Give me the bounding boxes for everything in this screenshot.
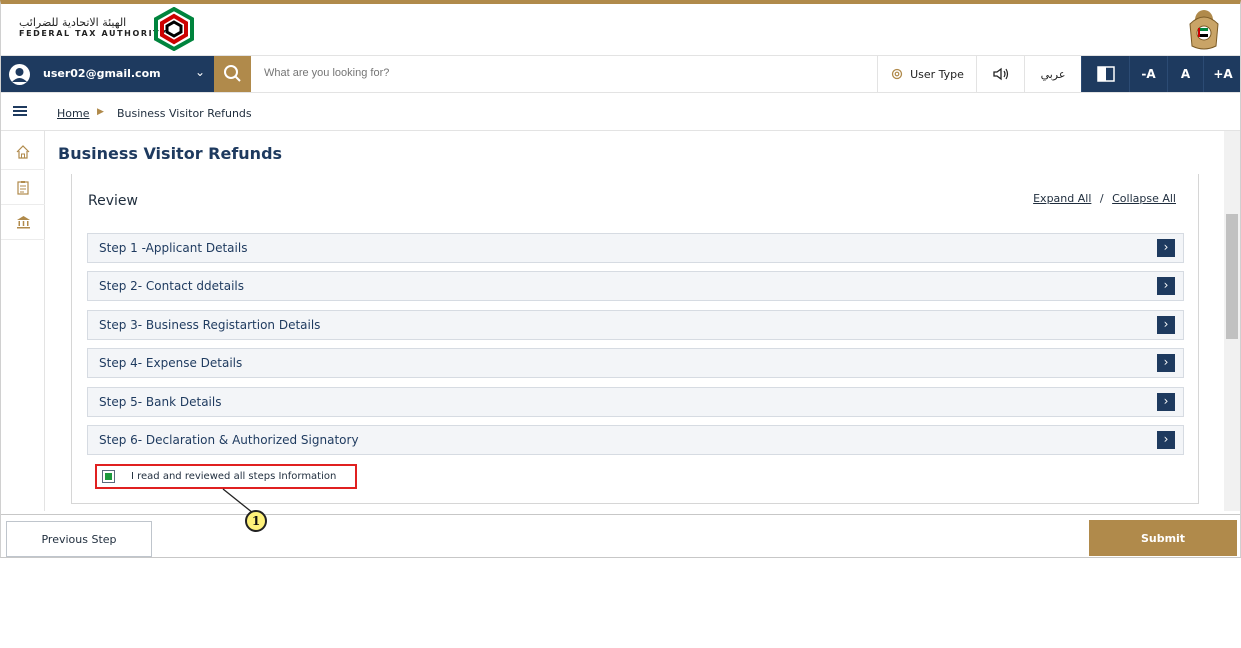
review-step-5[interactable]: Step 5- Bank Details › [87,387,1184,417]
user-type-button[interactable]: User Type [877,56,976,92]
vertical-scrollbar[interactable] [1224,131,1240,511]
scrollbar-thumb[interactable] [1226,214,1238,339]
chevron-right-icon[interactable]: › [1157,316,1175,334]
sidebar-item-bank[interactable] [1,205,45,240]
left-sidebar [1,131,45,511]
breadcrumb-home-link[interactable]: Home [57,107,89,120]
expand-collapse-controls: Expand All / Collapse All [1033,192,1176,205]
submit-button[interactable]: Submit [1089,520,1237,556]
step-label: Step 3- Business Registartion Details [99,318,321,332]
review-step-1[interactable]: Step 1 -Applicant Details › [87,233,1184,263]
review-title: Review [88,193,138,209]
top-navbar: user02@gmail.com ⌄ User Type عربي [1,56,1240,93]
language-toggle[interactable]: عربي [1024,56,1081,92]
contrast-toggle[interactable] [1081,56,1129,92]
app-frame: الهيئة الاتحادية للضرائب FEDERAL TAX AUT… [0,0,1241,558]
speaker-icon [992,67,1008,81]
page-title: Business Visitor Refunds [58,144,283,163]
footer-bar: Previous Step Submit [1,514,1240,557]
top-header: الهيئة الاتحادية للضرائب FEDERAL TAX AUT… [1,4,1240,56]
collapse-all-link[interactable]: Collapse All [1112,192,1176,205]
review-step-2[interactable]: Step 2- Contact ddetails › [87,271,1184,301]
gear-icon [891,68,903,80]
chevron-right-icon[interactable]: › [1157,239,1175,257]
font-increase-button[interactable]: +A [1203,56,1240,92]
step-label: Step 6- Declaration & Authorized Signato… [99,433,359,447]
clipboard-icon [17,180,29,195]
step-label: Step 2- Contact ddetails [99,279,245,293]
review-step-3[interactable]: Step 3- Business Registartion Details › [87,310,1184,340]
breadcrumb-current: Business Visitor Refunds [117,107,252,120]
font-normal-button[interactable]: A [1167,56,1203,92]
sidebar-item-documents[interactable] [1,170,45,205]
fta-logo-icon [154,7,194,51]
hamburger-menu-icon[interactable] [13,106,27,116]
user-avatar-icon [9,64,30,85]
chevron-right-icon[interactable]: › [1157,431,1175,449]
review-step-4[interactable]: Step 4- Expense Details › [87,348,1184,378]
review-step-6[interactable]: Step 6- Declaration & Authorized Signato… [87,425,1184,455]
home-icon [16,145,30,159]
step-label: Step 5- Bank Details [99,395,222,409]
step-label: Step 1 -Applicant Details [99,241,248,255]
bank-icon [16,216,30,229]
logo-arabic-text: الهيئة الاتحادية للضرائب [19,16,127,29]
search-icon [224,65,241,82]
acknowledge-label: I read and reviewed all steps Informatio… [131,471,337,482]
search-input[interactable] [264,67,764,79]
expand-collapse-separator: / [1099,192,1104,205]
logo-english-text: FEDERAL TAX AUTHORITY [19,29,168,38]
chevron-down-icon[interactable]: ⌄ [195,65,205,79]
expand-all-link[interactable]: Expand All [1033,192,1091,205]
font-decrease-button[interactable]: -A [1129,56,1167,92]
chevron-right-icon[interactable]: › [1157,393,1175,411]
breadcrumb-arrow-icon: ▶ [97,107,104,117]
user-menu[interactable]: user02@gmail.com ⌄ [1,56,214,92]
previous-step-button[interactable]: Previous Step [6,521,152,557]
breadcrumb: Home ▶ Business Visitor Refunds [1,93,1240,131]
user-type-label: User Type [910,67,964,81]
search-button[interactable] [214,56,251,92]
chevron-right-icon[interactable]: › [1157,277,1175,295]
user-email: user02@gmail.com [43,67,161,80]
uae-emblem-icon [1189,10,1219,50]
sidebar-item-home[interactable] [1,135,45,170]
acknowledge-highlight: I read and reviewed all steps Informatio… [95,464,357,489]
step-callout-badge: 1 [245,510,267,532]
review-panel: Review Expand All / Collapse All Step 1 … [71,174,1199,504]
step-label: Step 4- Expense Details [99,356,243,370]
contrast-icon [1096,66,1115,82]
text-to-speech-button[interactable] [976,56,1024,92]
chevron-right-icon[interactable]: › [1157,354,1175,372]
acknowledge-checkbox[interactable] [102,470,115,483]
